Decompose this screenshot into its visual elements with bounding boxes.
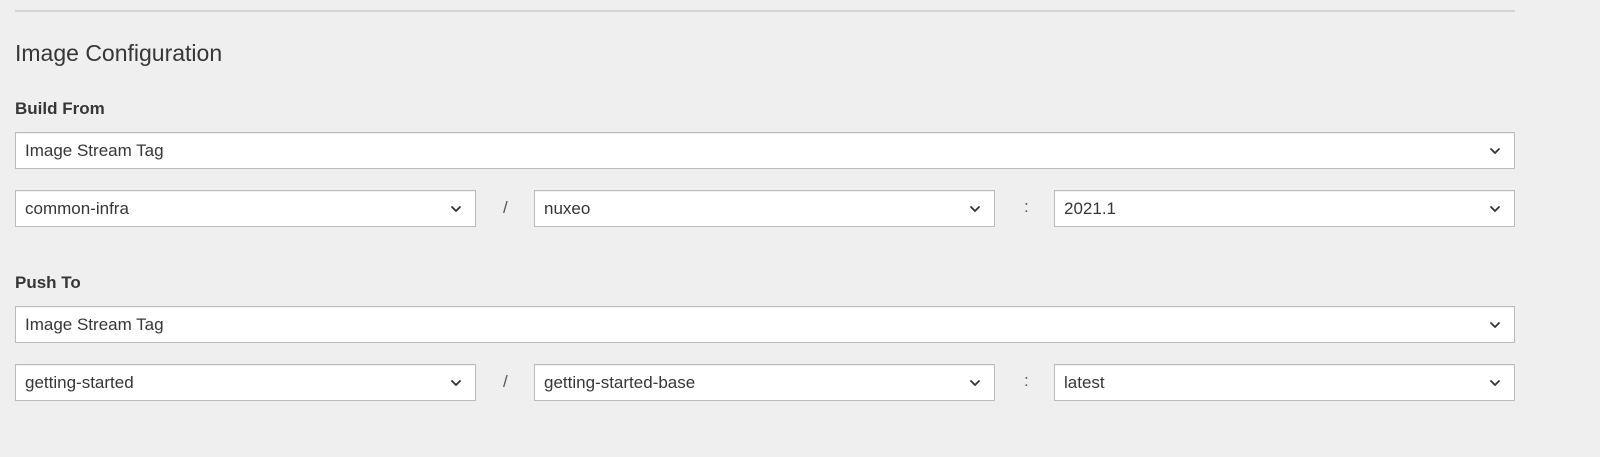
push-to-namespace-value: getting-started bbox=[25, 373, 134, 392]
namespace-separator: / bbox=[503, 198, 508, 217]
chevron-down-icon bbox=[451, 206, 461, 212]
build-from-image-stream-select[interactable]: nuxeo bbox=[534, 190, 995, 227]
build-from-label: Build From bbox=[15, 99, 105, 118]
build-from-type-value: Image Stream Tag bbox=[25, 141, 164, 160]
chevron-down-icon bbox=[1490, 380, 1500, 386]
push-to-tag-value: latest bbox=[1064, 373, 1105, 392]
build-from-tag-select[interactable]: 2021.1 bbox=[1054, 190, 1515, 227]
chevron-down-icon bbox=[1490, 206, 1500, 212]
build-from-namespace-select[interactable]: common-infra bbox=[15, 190, 476, 227]
push-to-tag-select[interactable]: latest bbox=[1054, 364, 1515, 401]
chevron-down-icon bbox=[970, 206, 980, 212]
push-to-image-stream-value: getting-started-base bbox=[544, 373, 696, 392]
chevron-down-icon bbox=[1490, 148, 1500, 154]
push-to-image-stream-select[interactable]: getting-started-base bbox=[534, 364, 995, 401]
build-from-image-stream-value: nuxeo bbox=[544, 199, 591, 218]
tag-separator: : bbox=[1024, 197, 1029, 216]
chevron-down-icon bbox=[1490, 322, 1500, 328]
chevron-down-icon bbox=[451, 380, 461, 386]
push-to-namespace-select[interactable]: getting-started bbox=[15, 364, 476, 401]
section-title: Image Configuration bbox=[15, 40, 223, 66]
tag-separator: : bbox=[1024, 371, 1029, 390]
build-from-tag-value: 2021.1 bbox=[1064, 199, 1116, 218]
push-to-type-select[interactable]: Image Stream Tag bbox=[15, 306, 1515, 343]
chevron-down-icon bbox=[970, 380, 980, 386]
namespace-separator: / bbox=[503, 372, 508, 391]
build-from-type-select[interactable]: Image Stream Tag bbox=[15, 132, 1515, 169]
section-divider bbox=[15, 10, 1515, 12]
build-from-namespace-value: common-infra bbox=[25, 199, 129, 218]
push-to-type-value: Image Stream Tag bbox=[25, 315, 164, 334]
push-to-label: Push To bbox=[15, 273, 81, 292]
